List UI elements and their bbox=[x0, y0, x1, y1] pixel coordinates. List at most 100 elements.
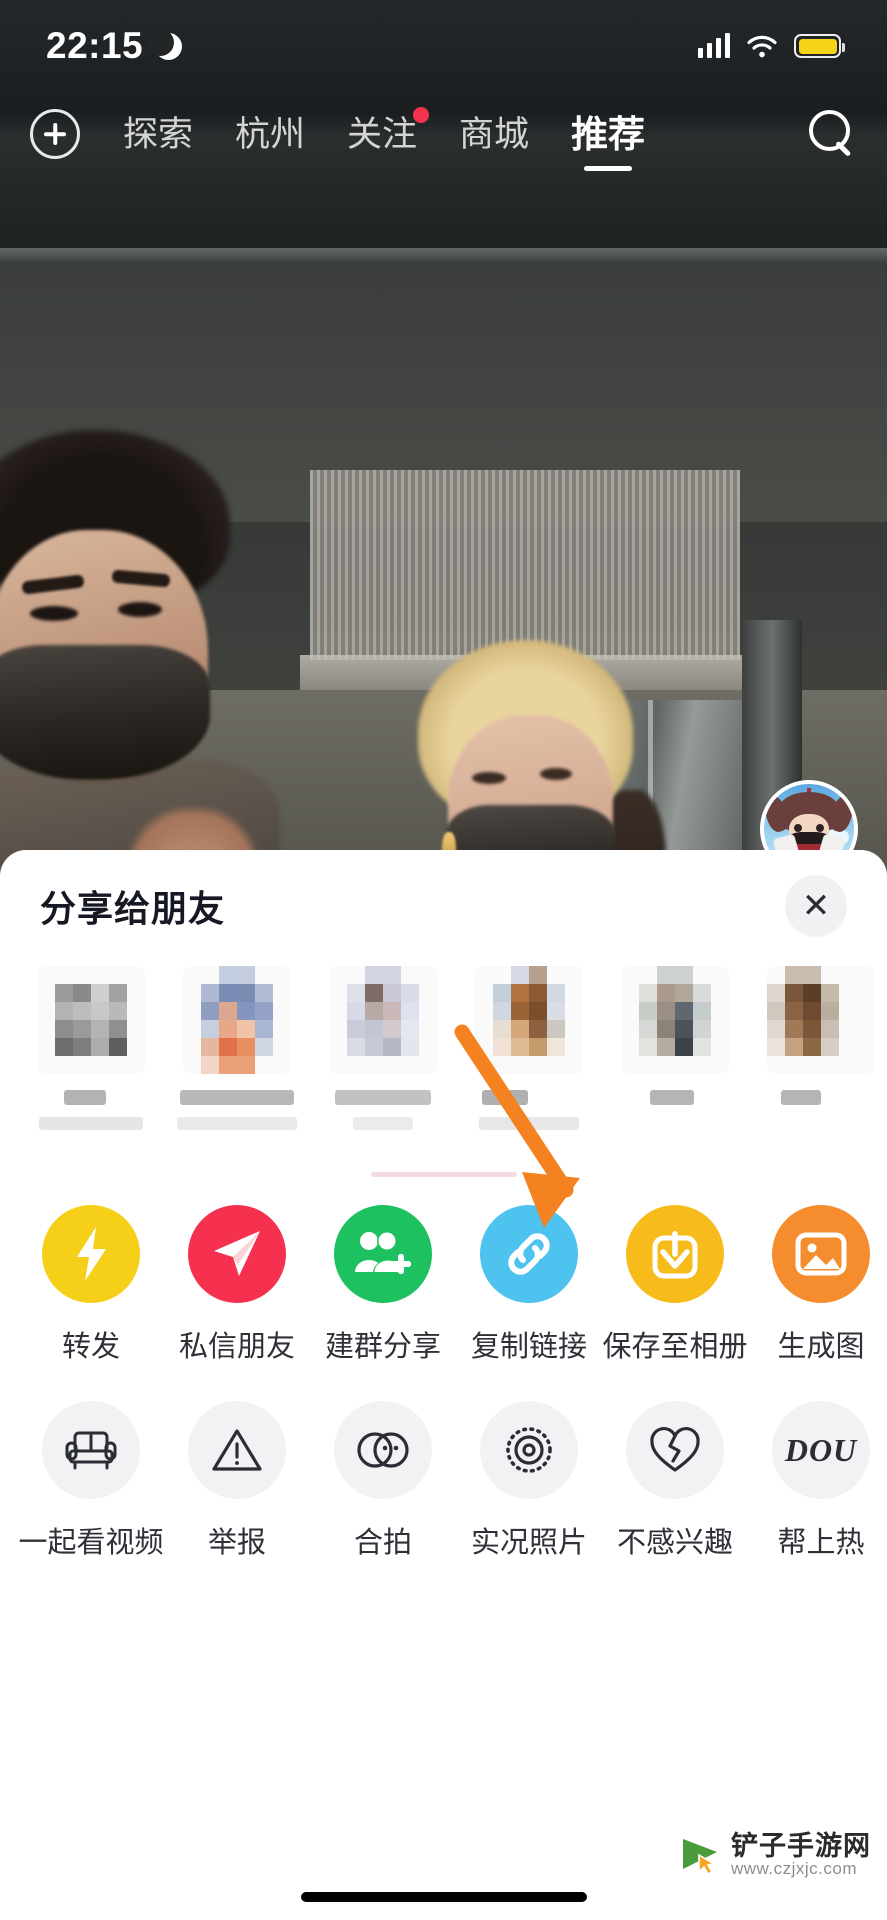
friend-name-censored bbox=[650, 1090, 694, 1105]
dou-text-icon[interactable]: DOU bbox=[772, 1401, 870, 1499]
tab-recommend[interactable]: 推荐 bbox=[550, 113, 666, 171]
share-sheet-title: 分享给朋友 bbox=[40, 888, 226, 929]
action-boost-trending[interactable]: DOU 帮上热 bbox=[748, 1401, 887, 1561]
watermark-site-name: 铲子手游网 bbox=[731, 1830, 871, 1861]
friend-name-censored-2 bbox=[39, 1117, 143, 1130]
friends-list[interactable] bbox=[0, 962, 887, 1162]
action-label: 转发 bbox=[61, 1331, 120, 1363]
friend-avatar-censored[interactable] bbox=[37, 966, 145, 1074]
wifi-icon bbox=[747, 35, 777, 58]
action-save-to-album[interactable]: 保存至相册 bbox=[602, 1205, 748, 1365]
download-icon[interactable] bbox=[626, 1205, 724, 1303]
dou-label: DOU bbox=[784, 1431, 858, 1468]
search-icon[interactable] bbox=[805, 108, 857, 160]
add-group-icon[interactable] bbox=[334, 1205, 432, 1303]
action-repost[interactable]: 转发 bbox=[18, 1205, 164, 1365]
friend-item[interactable] bbox=[602, 962, 748, 1162]
share-sheet: 分享给朋友 ✕ 转发 私信朋友 建群分享 复制链接 保存至相册 生成图 一起看视… bbox=[0, 850, 887, 1920]
action-create-group[interactable]: 建群分享 bbox=[310, 1205, 456, 1365]
tab-label: 关注 bbox=[347, 114, 418, 154]
tab-mall[interactable]: 商城 bbox=[438, 117, 550, 152]
active-tab-underline bbox=[584, 166, 633, 171]
battery-icon bbox=[794, 34, 845, 58]
action-not-interested[interactable]: 不感兴趣 bbox=[602, 1401, 748, 1561]
action-report[interactable]: 举报 bbox=[164, 1401, 310, 1561]
tab-explore[interactable]: 探索 bbox=[102, 117, 214, 152]
watermark-text: 铲子手游网 www.czjxjc.com bbox=[731, 1830, 871, 1879]
live-photo-icon[interactable] bbox=[480, 1401, 578, 1499]
action-label: 帮上热 bbox=[777, 1527, 865, 1559]
notification-badge-dot bbox=[413, 106, 430, 123]
share-actions-row-1: 转发 私信朋友 建群分享 复制链接 保存至相册 生成图 bbox=[0, 1205, 887, 1365]
action-label: 实况照片 bbox=[470, 1527, 587, 1559]
watermark-url: www.czjxjc.com bbox=[731, 1859, 858, 1879]
status-right bbox=[697, 33, 845, 58]
action-direct-message[interactable]: 私信朋友 bbox=[164, 1205, 310, 1365]
top-navigation: 探索 杭州 关注 商城 推荐 bbox=[0, 96, 887, 172]
phone-screen: 22:15 探索 杭州 关注 商城 推荐 分享给朋友 ✕ 转发 私信朋友 建群分… bbox=[0, 0, 887, 1920]
share-actions-row-2: 一起看视频 举报 合拍 实况照片 不感兴趣 DOU 帮上热 bbox=[0, 1401, 887, 1561]
action-label: 举报 bbox=[207, 1527, 266, 1559]
action-duet[interactable]: 合拍 bbox=[310, 1401, 456, 1561]
share-actions: 转发 私信朋友 建群分享 复制链接 保存至相册 生成图 一起看视频 举报 合拍 … bbox=[0, 1177, 887, 1561]
friend-name-censored bbox=[781, 1090, 821, 1105]
action-generate-image[interactable]: 生成图 bbox=[748, 1205, 887, 1365]
friend-avatar-censored[interactable] bbox=[183, 966, 291, 1074]
lightning-bolt-icon[interactable] bbox=[42, 1205, 140, 1303]
play-cursor-icon bbox=[679, 1835, 723, 1875]
status-left: 22:15 bbox=[46, 25, 183, 67]
friend-avatar-censored[interactable] bbox=[621, 966, 729, 1074]
action-label: 私信朋友 bbox=[178, 1331, 295, 1363]
friend-item[interactable] bbox=[310, 962, 456, 1162]
bg-grille bbox=[310, 470, 740, 660]
crescent-moon-icon bbox=[147, 28, 183, 60]
action-label: 生成图 bbox=[777, 1331, 865, 1363]
warning-triangle-icon[interactable] bbox=[188, 1401, 286, 1499]
link-icon[interactable] bbox=[480, 1205, 578, 1303]
sofa-icon[interactable] bbox=[42, 1401, 140, 1499]
friend-name-censored-2 bbox=[177, 1117, 297, 1130]
action-label: 复制链接 bbox=[470, 1331, 587, 1363]
friend-item[interactable] bbox=[18, 962, 164, 1162]
friend-name-censored bbox=[180, 1090, 294, 1105]
friend-avatar-censored[interactable] bbox=[475, 966, 583, 1074]
friend-item[interactable] bbox=[748, 962, 887, 1162]
friend-name-censored bbox=[335, 1090, 431, 1105]
close-icon[interactable]: ✕ bbox=[785, 875, 847, 937]
action-copy-link[interactable]: 复制链接 bbox=[456, 1205, 602, 1365]
action-label: 合拍 bbox=[353, 1527, 412, 1559]
friend-item[interactable] bbox=[164, 962, 310, 1162]
tab-label: 杭州 bbox=[235, 114, 306, 154]
friend-name-censored bbox=[64, 1090, 106, 1105]
action-label: 不感兴趣 bbox=[616, 1527, 733, 1559]
status-bar: 22:15 bbox=[0, 0, 887, 92]
friend-avatar-censored[interactable] bbox=[767, 966, 875, 1074]
tab-label: 商城 bbox=[459, 114, 530, 154]
action-label: 建群分享 bbox=[324, 1331, 441, 1363]
cellular-signal-icon bbox=[697, 33, 730, 58]
share-sheet-header: 分享给朋友 ✕ bbox=[0, 850, 887, 962]
tab-label: 探索 bbox=[123, 114, 194, 154]
friend-name-censored-2 bbox=[353, 1117, 413, 1130]
friend-name-censored-2 bbox=[479, 1117, 579, 1130]
action-label: 一起看视频 bbox=[18, 1527, 164, 1559]
image-icon[interactable] bbox=[772, 1205, 870, 1303]
home-indicator[interactable] bbox=[300, 1892, 587, 1902]
tab-following[interactable]: 关注 bbox=[326, 106, 438, 154]
action-watch-together[interactable]: 一起看视频 bbox=[18, 1401, 164, 1561]
watermark: 铲子手游网 www.czjxjc.com bbox=[679, 1830, 871, 1879]
status-time: 22:15 bbox=[46, 25, 144, 66]
duet-circles-icon[interactable] bbox=[334, 1401, 432, 1499]
plus-circle-icon[interactable] bbox=[30, 109, 80, 159]
paper-plane-icon[interactable] bbox=[188, 1205, 286, 1303]
tab-label: 推荐 bbox=[571, 113, 646, 155]
friend-avatar-censored[interactable] bbox=[329, 966, 437, 1074]
bg-beam bbox=[0, 248, 887, 262]
broken-heart-icon[interactable] bbox=[626, 1401, 724, 1499]
nav-tabs: 探索 杭州 关注 商城 推荐 bbox=[102, 106, 797, 171]
action-label: 保存至相册 bbox=[602, 1331, 748, 1363]
friend-item[interactable] bbox=[456, 962, 602, 1162]
friend-name-censored bbox=[482, 1090, 528, 1105]
tab-hangzhou[interactable]: 杭州 bbox=[214, 117, 326, 152]
action-live-photo[interactable]: 实况照片 bbox=[456, 1401, 602, 1561]
